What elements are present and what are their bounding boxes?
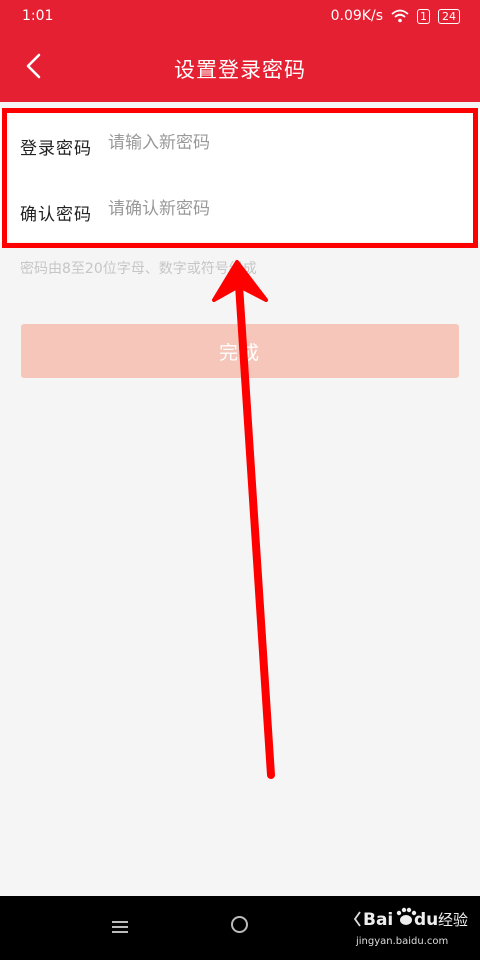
watermark-brand: Bai [363,910,393,930]
network-speed: 0.09K/s [330,8,383,24]
confirm-password-input[interactable] [108,194,448,224]
app-header: 设置登录密码 [0,32,480,102]
watermark-product: 经验 [438,911,468,929]
watermark-brand-suffix: du [414,910,438,930]
password-hint: 密码由8至20位字母、数字或符号组成 [20,261,257,277]
wifi-icon [391,9,409,23]
confirm-password-label: 确认密码 [20,205,92,225]
login-password-row: 登录密码 [0,110,480,176]
battery-icon: 24 [438,8,460,24]
menu-icon[interactable] [112,918,128,933]
home-icon[interactable] [231,916,248,933]
status-time: 1:01 [22,8,54,24]
password-form: 登录密码 确认密码 [0,110,480,242]
confirm-password-row: 确认密码 [0,176,480,242]
page-title: 设置登录密码 [174,58,306,82]
status-bar: 1:01 0.09K/s 1 24 [0,0,480,32]
watermark-url: jingyan.baidu.com [355,936,448,947]
login-password-input[interactable] [108,128,448,158]
sim-badge: 1 [417,8,430,24]
login-password-label: 登录密码 [20,139,92,159]
baidu-jingyan-watermark: Bai du 经验 jingyan.baidu.com [353,907,468,947]
status-icons: 0.09K/s 1 24 [331,8,460,24]
done-button[interactable]: 完成 [21,324,459,378]
